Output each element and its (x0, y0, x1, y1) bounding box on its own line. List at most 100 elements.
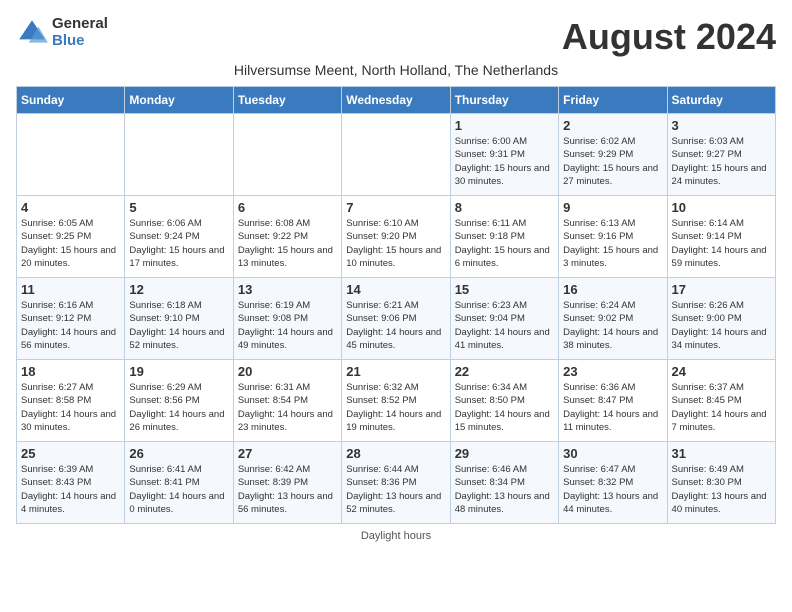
day-number: 5 (129, 200, 228, 215)
calendar-day-cell (125, 114, 233, 196)
day-info: Sunrise: 6:34 AM Sunset: 8:50 PM Dayligh… (455, 381, 554, 434)
calendar-day-cell: 9 Sunrise: 6:13 AM Sunset: 9:16 PM Daylig… (559, 196, 667, 278)
calendar-day-header: Wednesday (342, 87, 450, 114)
day-number: 16 (563, 282, 662, 297)
day-number: 7 (346, 200, 445, 215)
day-number: 14 (346, 282, 445, 297)
day-number: 8 (455, 200, 554, 215)
calendar-day-cell: 11Sunrise: 6:16 AM Sunset: 9:12 PM Dayli… (17, 278, 125, 360)
calendar-day-cell: 13 Sunrise: 6:19 AM Sunset: 9:08 PM Dayli… (233, 278, 341, 360)
day-info: Sunrise: 6:24 AM Sunset: 9:02 PM Dayligh… (563, 299, 662, 352)
day-number: 15 (455, 282, 554, 297)
calendar-week-row: 4 Sunrise: 6:05 AM Sunset: 9:25 PM Daylig… (17, 196, 776, 278)
day-info: Sunrise: 6:11 AM Sunset: 9:18 PM Dayligh… (455, 217, 554, 270)
calendar-day-header: Sunday (17, 87, 125, 114)
calendar-day-cell: 26 Sunrise: 6:41 AM Sunset: 8:41 PM Dayli… (125, 442, 233, 524)
calendar-day-header: Tuesday (233, 87, 341, 114)
logo-blue: Blue (52, 33, 108, 50)
calendar-day-cell (17, 114, 125, 196)
day-number: 1 (455, 118, 554, 133)
day-number: 10 (672, 200, 771, 215)
month-title: August 2024 (562, 16, 776, 58)
day-info: Sunrise: 6:08 AM Sunset: 9:22 PM Dayligh… (238, 217, 337, 270)
day-number: 2 (563, 118, 662, 133)
day-info: Sunrise: 6:21 AM Sunset: 9:06 PM Dayligh… (346, 299, 445, 352)
calendar-day-cell: 7 Sunrise: 6:10 AM Sunset: 9:20 PM Daylig… (342, 196, 450, 278)
calendar-day-cell: 27 Sunrise: 6:42 AM Sunset: 8:39 PM Dayli… (233, 442, 341, 524)
calendar-day-cell: 16 Sunrise: 6:24 AM Sunset: 9:02 PM Dayli… (559, 278, 667, 360)
day-info: Sunrise: 6:41 AM Sunset: 8:41 PM Dayligh… (129, 463, 228, 516)
calendar-day-cell: 3 Sunrise: 6:03 AM Sunset: 9:27 PM Daylig… (667, 114, 775, 196)
day-number: 29 (455, 446, 554, 461)
day-number: 30 (563, 446, 662, 461)
day-info: Sunrise: 6:29 AM Sunset: 8:56 PM Dayligh… (129, 381, 228, 434)
calendar-day-cell: 20 Sunrise: 6:31 AM Sunset: 8:54 PM Dayli… (233, 360, 341, 442)
day-info: Sunrise: 6:23 AM Sunset: 9:04 PM Dayligh… (455, 299, 554, 352)
day-info: Sunrise: 6:31 AM Sunset: 8:54 PM Dayligh… (238, 381, 337, 434)
footer-note: Daylight hours (16, 530, 776, 542)
calendar-day-cell: 28 Sunrise: 6:44 AM Sunset: 8:36 PM Dayli… (342, 442, 450, 524)
day-info: Sunrise: 6:10 AM Sunset: 9:20 PM Dayligh… (346, 217, 445, 270)
calendar-day-cell: 29 Sunrise: 6:46 AM Sunset: 8:34 PM Dayli… (450, 442, 558, 524)
day-info: Sunrise: 6:13 AM Sunset: 9:16 PM Dayligh… (563, 217, 662, 270)
logo: General Blue (16, 16, 108, 49)
day-number: 22 (455, 364, 554, 379)
calendar-day-cell: 14 Sunrise: 6:21 AM Sunset: 9:06 PM Dayli… (342, 278, 450, 360)
calendar-day-cell: 21Sunrise: 6:32 AM Sunset: 8:52 PM Dayli… (342, 360, 450, 442)
calendar-day-cell: 4 Sunrise: 6:05 AM Sunset: 9:25 PM Daylig… (17, 196, 125, 278)
day-number: 27 (238, 446, 337, 461)
calendar-day-cell: 6 Sunrise: 6:08 AM Sunset: 9:22 PM Daylig… (233, 196, 341, 278)
day-info: Sunrise: 6:03 AM Sunset: 9:27 PM Dayligh… (672, 135, 771, 188)
day-info: Sunrise: 6:46 AM Sunset: 8:34 PM Dayligh… (455, 463, 554, 516)
calendar-day-cell: 25Sunrise: 6:39 AM Sunset: 8:43 PM Dayli… (17, 442, 125, 524)
calendar-day-cell (342, 114, 450, 196)
logo-text: General Blue (52, 16, 108, 49)
day-number: 9 (563, 200, 662, 215)
calendar-week-row: 11Sunrise: 6:16 AM Sunset: 9:12 PM Dayli… (17, 278, 776, 360)
day-info: Sunrise: 6:16 AM Sunset: 9:12 PM Dayligh… (21, 299, 120, 352)
calendar-day-cell: 2 Sunrise: 6:02 AM Sunset: 9:29 PM Daylig… (559, 114, 667, 196)
day-number: 28 (346, 446, 445, 461)
subtitle: Hilversumse Meent, North Holland, The Ne… (16, 62, 776, 78)
calendar-day-cell: 15 Sunrise: 6:23 AM Sunset: 9:04 PM Dayli… (450, 278, 558, 360)
day-number: 19 (129, 364, 228, 379)
day-number: 4 (21, 200, 120, 215)
calendar-day-cell: 30Sunrise: 6:47 AM Sunset: 8:32 PM Dayli… (559, 442, 667, 524)
calendar-day-cell: 10 Sunrise: 6:14 AM Sunset: 9:14 PM Dayli… (667, 196, 775, 278)
header: General Blue August 2024 (16, 16, 776, 58)
day-info: Sunrise: 6:37 AM Sunset: 8:45 PM Dayligh… (672, 381, 771, 434)
calendar-header-row: SundayMondayTuesdayWednesdayThursdayFrid… (17, 87, 776, 114)
day-number: 21 (346, 364, 445, 379)
day-info: Sunrise: 6:05 AM Sunset: 9:25 PM Dayligh… (21, 217, 120, 270)
day-info: Sunrise: 6:49 AM Sunset: 8:30 PM Dayligh… (672, 463, 771, 516)
day-number: 26 (129, 446, 228, 461)
calendar-day-cell: 19 Sunrise: 6:29 AM Sunset: 8:56 PM Dayli… (125, 360, 233, 442)
calendar-week-row: 1 Sunrise: 6:00 AM Sunset: 9:31 PM Daylig… (17, 114, 776, 196)
day-number: 3 (672, 118, 771, 133)
day-info: Sunrise: 6:39 AM Sunset: 8:43 PM Dayligh… (21, 463, 120, 516)
calendar-week-row: 25Sunrise: 6:39 AM Sunset: 8:43 PM Dayli… (17, 442, 776, 524)
calendar-day-cell: 22 Sunrise: 6:34 AM Sunset: 8:50 PM Dayli… (450, 360, 558, 442)
day-number: 24 (672, 364, 771, 379)
day-info: Sunrise: 6:18 AM Sunset: 9:10 PM Dayligh… (129, 299, 228, 352)
calendar-day-cell: 23 Sunrise: 6:36 AM Sunset: 8:47 PM Dayli… (559, 360, 667, 442)
day-info: Sunrise: 6:06 AM Sunset: 9:24 PM Dayligh… (129, 217, 228, 270)
day-info: Sunrise: 6:36 AM Sunset: 8:47 PM Dayligh… (563, 381, 662, 434)
day-info: Sunrise: 6:19 AM Sunset: 9:08 PM Dayligh… (238, 299, 337, 352)
day-number: 20 (238, 364, 337, 379)
day-number: 6 (238, 200, 337, 215)
day-info: Sunrise: 6:42 AM Sunset: 8:39 PM Dayligh… (238, 463, 337, 516)
day-number: 31 (672, 446, 771, 461)
day-info: Sunrise: 6:14 AM Sunset: 9:14 PM Dayligh… (672, 217, 771, 270)
day-info: Sunrise: 6:00 AM Sunset: 9:31 PM Dayligh… (455, 135, 554, 188)
day-number: 23 (563, 364, 662, 379)
day-number: 12 (129, 282, 228, 297)
calendar-day-cell: 24 Sunrise: 6:37 AM Sunset: 8:45 PM Dayli… (667, 360, 775, 442)
day-info: Sunrise: 6:44 AM Sunset: 8:36 PM Dayligh… (346, 463, 445, 516)
logo-icon (16, 17, 48, 49)
day-number: 13 (238, 282, 337, 297)
calendar-week-row: 18Sunrise: 6:27 AM Sunset: 8:58 PM Dayli… (17, 360, 776, 442)
calendar-table: SundayMondayTuesdayWednesdayThursdayFrid… (16, 86, 776, 524)
day-info: Sunrise: 6:02 AM Sunset: 9:29 PM Dayligh… (563, 135, 662, 188)
day-number: 17 (672, 282, 771, 297)
